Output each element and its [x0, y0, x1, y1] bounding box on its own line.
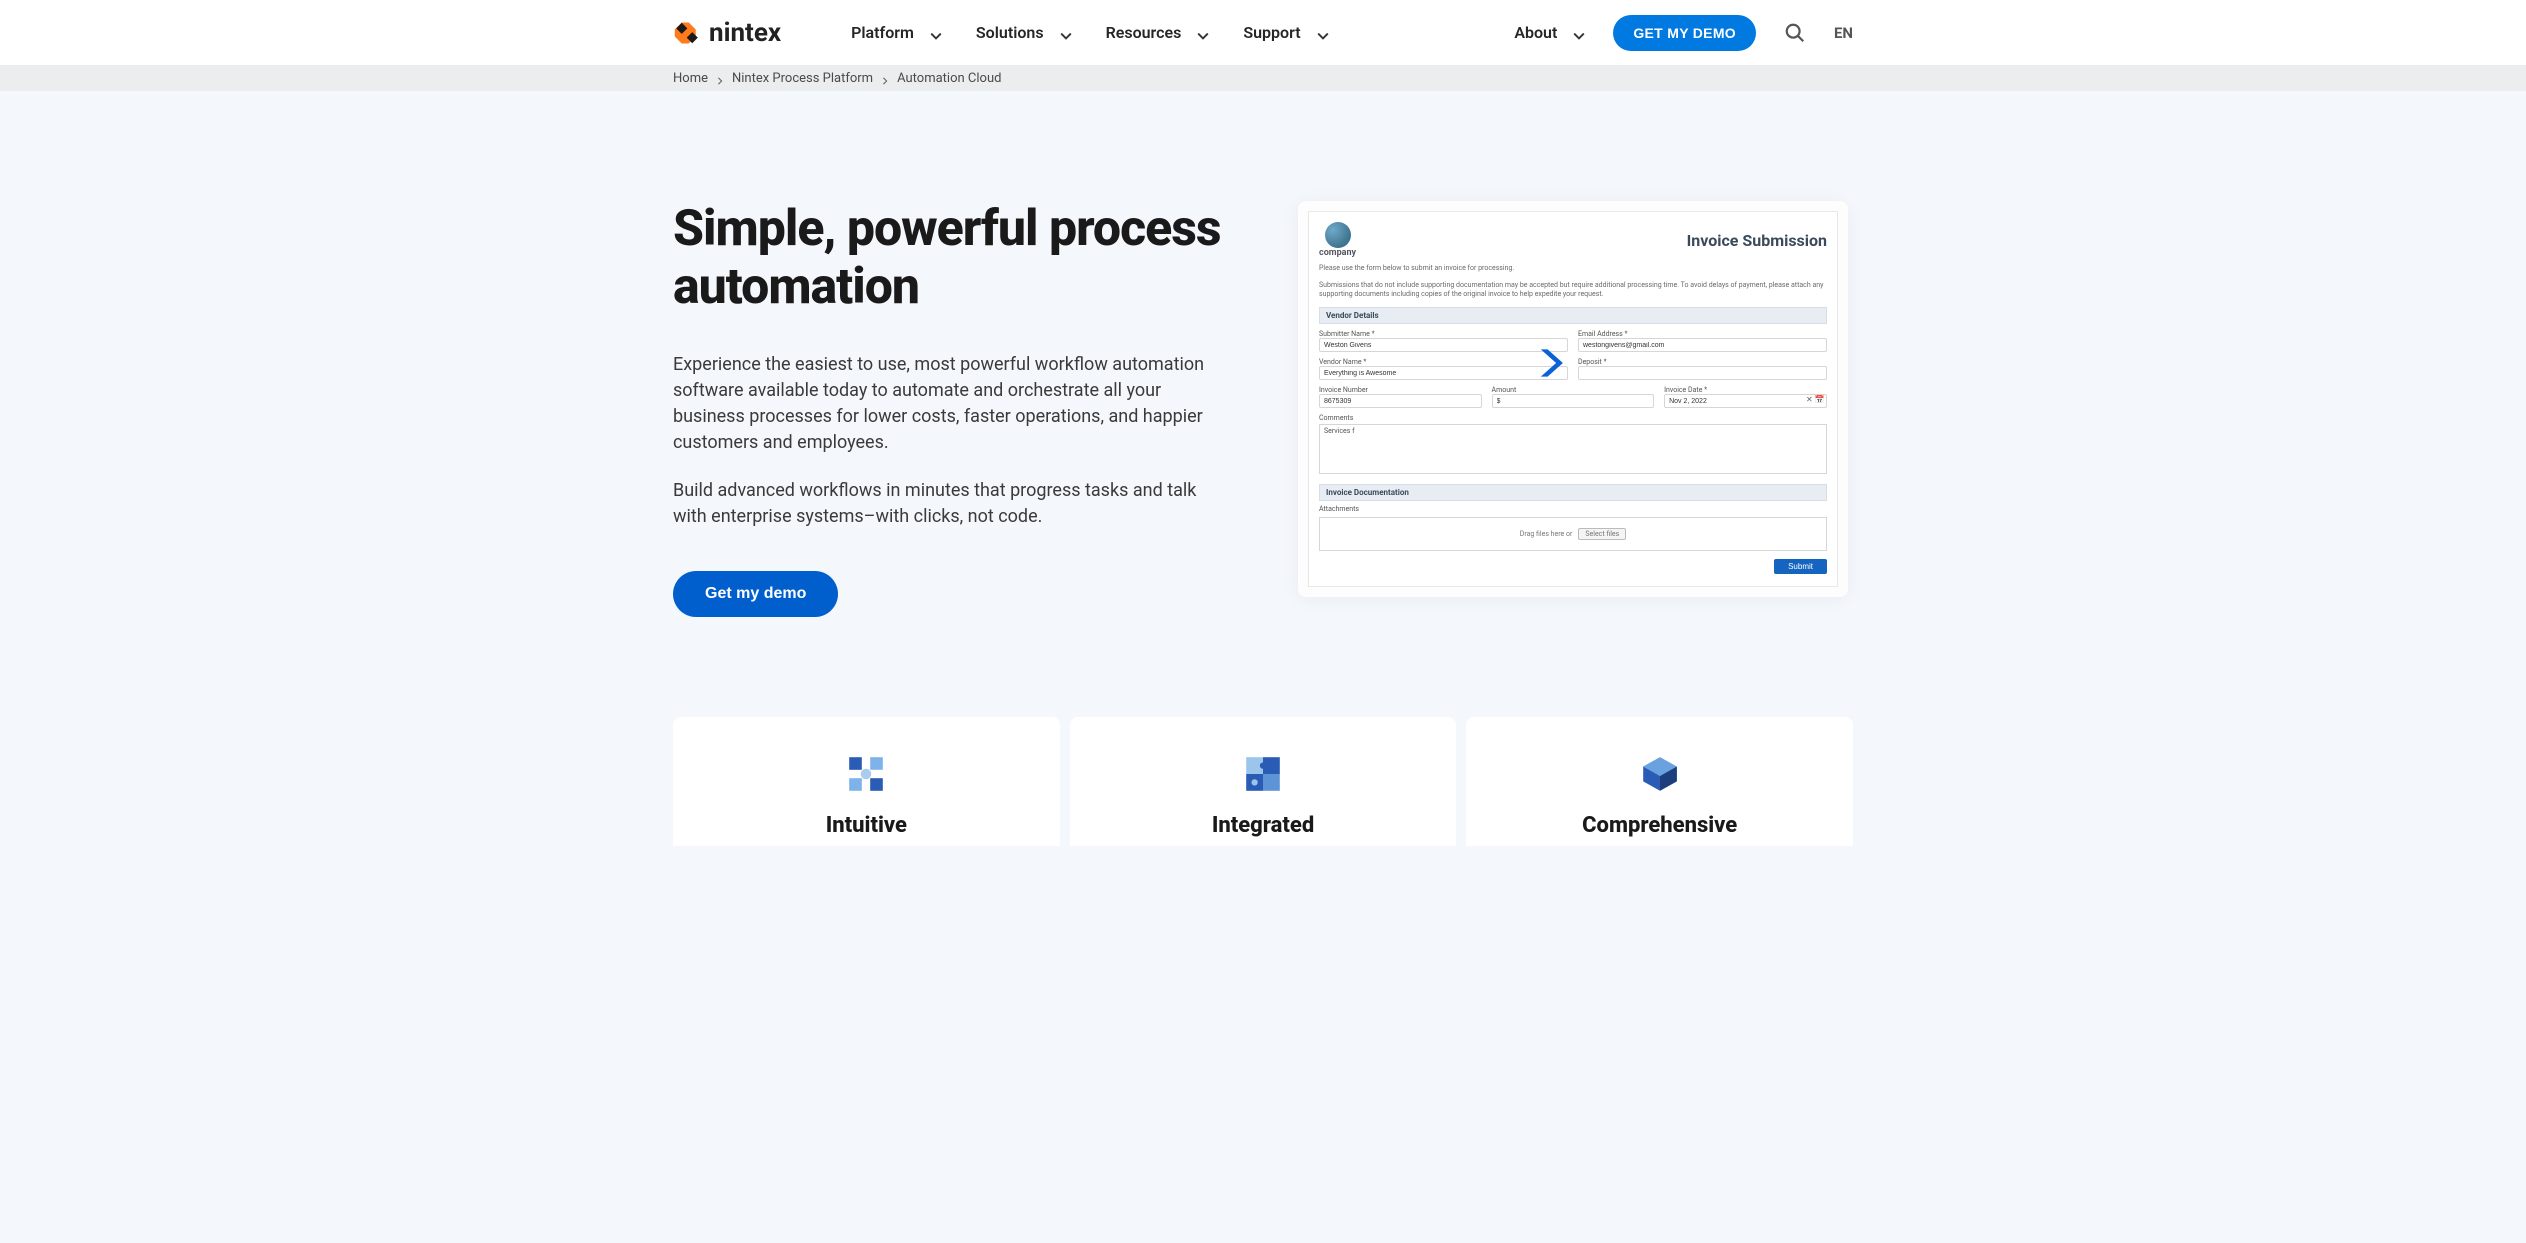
- language-selector[interactable]: EN: [1834, 24, 1853, 42]
- vendor-name-label: Vendor Name *: [1319, 358, 1568, 366]
- comprehensive-icon: [1639, 753, 1681, 795]
- email-address-input[interactable]: [1578, 338, 1827, 352]
- chevron-right-icon: [881, 74, 889, 82]
- chevron-down-icon: [1197, 27, 1209, 39]
- breadcrumb-platform[interactable]: Nintex Process Platform: [732, 71, 873, 86]
- nav-about[interactable]: About: [1514, 23, 1585, 42]
- chevron-right-icon: [716, 74, 724, 82]
- feature-integrated: Integrated: [1070, 717, 1457, 846]
- form-title: Invoice Submission: [1687, 231, 1827, 250]
- chevron-down-icon: [1060, 27, 1072, 39]
- form-company-logo: company: [1319, 222, 1356, 258]
- invoice-number-input[interactable]: [1319, 394, 1482, 408]
- file-drop-area[interactable]: Drag files here or Select files: [1319, 517, 1827, 551]
- nav-solutions[interactable]: Solutions: [976, 23, 1072, 42]
- get-my-demo-button[interactable]: GET MY DEMO: [1613, 15, 1756, 51]
- nav-resources[interactable]: Resources: [1106, 23, 1210, 42]
- clear-date-icon[interactable]: ✕: [1806, 395, 1813, 404]
- integrated-icon: [1242, 753, 1284, 795]
- invoice-number-label: Invoice Number: [1319, 386, 1482, 394]
- hero-paragraph-2: Build advanced workflows in minutes that…: [673, 478, 1233, 530]
- nav-platform[interactable]: Platform: [851, 23, 942, 42]
- invoice-date-label: Invoice Date *: [1664, 386, 1827, 394]
- vendor-name-input[interactable]: [1319, 366, 1568, 380]
- deposit-input[interactable]: [1578, 366, 1827, 380]
- breadcrumb-current: Automation Cloud: [897, 71, 1001, 86]
- comments-label: Comments: [1319, 414, 1827, 422]
- submitter-name-label: Submitter Name *: [1319, 330, 1568, 338]
- amount-label: Amount: [1492, 386, 1655, 394]
- search-icon[interactable]: [1784, 22, 1806, 44]
- breadcrumb-home[interactable]: Home: [673, 71, 708, 86]
- feature-comprehensive: Comprehensive: [1466, 717, 1853, 846]
- nav-support[interactable]: Support: [1243, 23, 1328, 42]
- brand-mark-icon: [673, 19, 701, 47]
- intuitive-icon: [845, 753, 887, 795]
- hero-section: Simple, powerful process automation Expe…: [673, 91, 1853, 677]
- globe-icon: [1325, 222, 1351, 248]
- attachments-label: Attachments: [1319, 505, 1827, 513]
- calendar-icon[interactable]: 📅: [1815, 395, 1825, 404]
- hero-paragraph-1: Experience the easiest to use, most powe…: [673, 352, 1233, 456]
- email-address-label: Email Address *: [1578, 330, 1827, 338]
- form-intro: Please use the form below to submit an i…: [1319, 264, 1827, 273]
- play-chevron-icon: [1534, 346, 1568, 380]
- hero-demo-button[interactable]: Get my demo: [673, 571, 838, 617]
- brand-name: nintex: [709, 18, 781, 48]
- feature-title: Integrated: [1100, 813, 1427, 838]
- page-title: Simple, powerful process automation: [673, 201, 1233, 316]
- brand-logo[interactable]: nintex: [673, 18, 781, 48]
- vendor-details-header: Vendor Details: [1319, 307, 1827, 324]
- feature-intuitive: Intuitive: [673, 717, 1060, 846]
- invoice-documentation-header: Invoice Documentation: [1319, 484, 1827, 501]
- deposit-label: Deposit *: [1578, 358, 1827, 366]
- form-submit-button[interactable]: Submit: [1774, 559, 1827, 574]
- amount-input[interactable]: [1492, 394, 1655, 408]
- feature-title: Comprehensive: [1496, 813, 1823, 838]
- chevron-down-icon: [1317, 27, 1329, 39]
- form-screenshot: company Invoice Submission Please use th…: [1298, 201, 1848, 597]
- primary-nav: Platform Solutions Resources Support: [851, 23, 1329, 42]
- feature-cards: Intuitive Integrated Comprehensive: [673, 717, 1853, 846]
- chevron-down-icon: [930, 27, 942, 39]
- submitter-name-input[interactable]: [1319, 338, 1568, 352]
- form-note: Submissions that do not include supporti…: [1319, 281, 1827, 299]
- breadcrumb: Home Nintex Process Platform Automation …: [0, 65, 2526, 91]
- comments-textarea[interactable]: Services f: [1319, 424, 1827, 474]
- chevron-down-icon: [1573, 27, 1585, 39]
- site-header: nintex Platform Solutions Resources Supp…: [0, 0, 2526, 65]
- select-files-button[interactable]: Select files: [1578, 528, 1626, 540]
- feature-title: Intuitive: [703, 813, 1030, 838]
- invoice-date-input[interactable]: [1664, 394, 1827, 408]
